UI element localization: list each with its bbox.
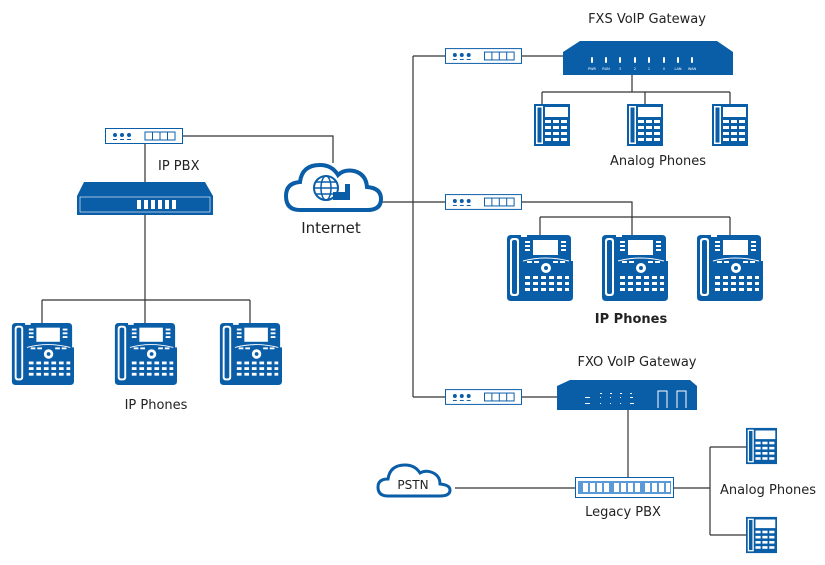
diagram-canvas: IP PBX Internet IP Phones FXS VoIP Gatew… [11,12,816,554]
network-switch-icon [445,48,522,64]
port-label: 3 [619,67,621,71]
analog-phone-icon [712,104,748,146]
analog-phone-icon [746,516,777,554]
pstn-label: PSTN [397,478,428,492]
ip-phone-icon [219,322,282,386]
analog-phone-icon [534,104,570,146]
ip-phone-icon [696,235,763,301]
analog-phones-top-label: Analog Phones [610,154,706,169]
ip-phones-right-label: IP Phones [595,312,668,327]
fxo-gateway-label: FXO VoIP Gateway [578,355,697,370]
network-switch-icon [445,194,522,210]
port-label: 0 [663,67,665,71]
port-label: RUN [602,67,610,71]
cloud-internet-icon [283,162,384,212]
port-label: 2 [634,67,636,71]
fxs-gateway-label: FXS VoIP Gateway [588,12,706,27]
analog-phones-right-label: Analog Phones [720,483,816,498]
ip-phone-icon [11,322,74,386]
port-label: 1 [648,67,650,71]
network-switch-icon [105,128,183,144]
ip-phone-icon [114,322,177,386]
fxo-gateway-icon [557,380,697,410]
analog-phone-icon [746,427,777,465]
port-label: LAN [674,67,681,71]
network-switch-icon [445,389,522,405]
ip-phones-left-label: IP Phones [125,398,188,413]
ip-pbx-label: IP PBX [158,159,200,174]
analog-phone-icon [627,104,663,146]
fxs-gateway-icon: PWR RUN 3 2 1 0 LAN WAN [563,41,733,75]
port-label: PWR [588,67,597,71]
ip-phone-icon [601,235,668,301]
ip-phone-icon [506,235,573,301]
port-label: WAN [688,67,697,71]
ip-pbx-device-icon [77,182,213,215]
legacy-pbx-icon [575,477,674,498]
internet-label: Internet [301,219,361,237]
legacy-pbx-label: Legacy PBX [585,505,661,520]
network-diagram: IP PBX Internet IP Phones FXS VoIP Gatew… [0,0,825,565]
